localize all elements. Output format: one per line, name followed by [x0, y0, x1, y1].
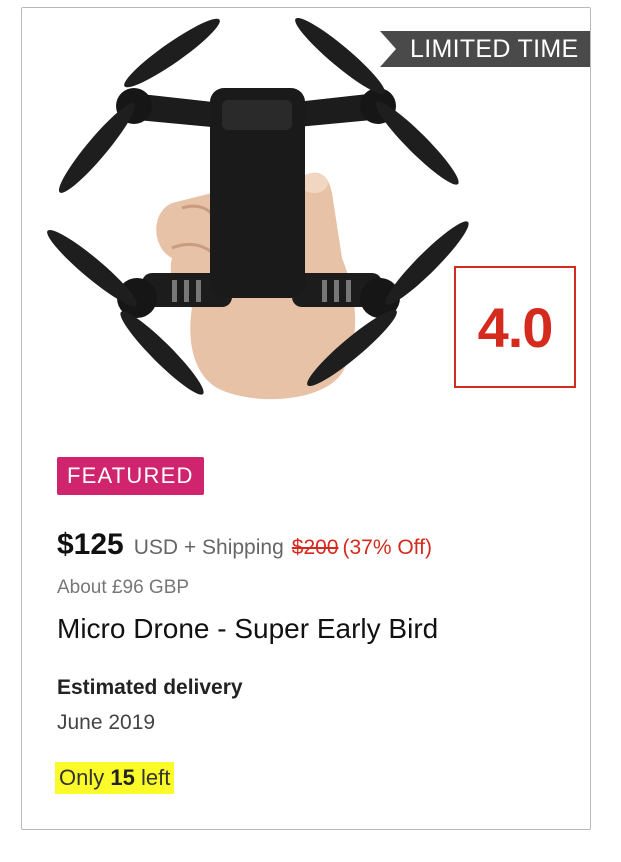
- stock-remaining: Only 15 left: [55, 762, 175, 794]
- limited-time-ribbon: LIMITED TIME: [380, 31, 590, 67]
- price-currency-shipping: USD + Shipping: [133, 536, 284, 559]
- current-price: $125: [57, 528, 124, 561]
- delivery-date: June 2019: [57, 711, 156, 734]
- stock-count: 15: [110, 765, 135, 790]
- discount-percent: (37% Off): [342, 536, 432, 559]
- price-row: $125 USD + Shipping $200 (37% Off): [57, 528, 432, 562]
- featured-badge: FEATURED: [57, 457, 204, 495]
- rating-value: 4.0: [477, 295, 554, 359]
- converted-price: About £96 GBP: [57, 577, 190, 598]
- rating-box: 4.0: [454, 266, 576, 388]
- limited-time-label: LIMITED TIME: [410, 35, 579, 63]
- delivery-label: Estimated delivery: [57, 676, 243, 699]
- original-price: $200: [291, 536, 339, 559]
- product-title[interactable]: Micro Drone - Super Early Bird: [57, 613, 438, 645]
- stock-suffix: left: [140, 765, 171, 790]
- stock-prefix: Only: [59, 765, 105, 790]
